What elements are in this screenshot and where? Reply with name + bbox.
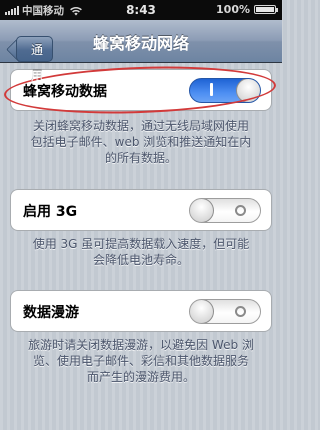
toggle-knob <box>190 199 214 222</box>
enable-3g-toggle[interactable] <box>189 198 261 223</box>
navigation-bar: 通用 蜂窝移动网络 <box>0 20 282 83</box>
enable-3g-row: 启用 3G <box>10 189 272 231</box>
footer-line: 而产生的漫游费用。 <box>86 370 195 384</box>
footer-line: 览、使用电子邮件、彩信和其他数据服务 <box>32 354 249 368</box>
data-roaming-toggle[interactable] <box>189 299 261 324</box>
data-roaming-label: 数据漫游 <box>23 305 79 321</box>
footer-line: 旅游时请关闭数据漫游，以避免因 Web 浏 <box>28 338 254 352</box>
data-roaming-row: 数据漫游 <box>10 290 272 332</box>
cellular-data-footer: 关闭蜂窝移动数据，通过无线局域网使用 包括电子邮件、web 浏览和推送通知在内 … <box>14 118 268 166</box>
enable-3g-footer: 使用 3G 虽可提高数据载入速度，但可能 会降低电池寿命。 <box>14 236 268 268</box>
battery-percent: 100% <box>216 3 250 16</box>
data-roaming-footer: 旅游时请关闭数据漫游，以避免因 Web 浏 览、使用电子邮件、彩信和其他数据服务… <box>14 337 268 385</box>
status-right: 100% <box>216 3 278 16</box>
toggle-knob <box>190 300 214 323</box>
enable-3g-label: 启用 3G <box>23 204 78 220</box>
toggle-off-mark-icon <box>235 205 246 216</box>
footer-line: 包括电子邮件、web 浏览和推送通知在内 <box>30 135 252 149</box>
battery-icon <box>254 5 278 14</box>
footer-line: 的所有数据。 <box>104 151 177 165</box>
toggle-off-mark-icon <box>235 306 246 317</box>
status-bar: 中国移动 8:43 100% <box>0 0 282 20</box>
back-button[interactable]: 通用 <box>16 36 54 83</box>
footer-line: 关闭蜂窝移动数据，通过无线局域网使用 <box>32 119 249 133</box>
footer-line: 会降低电池寿命。 <box>92 253 189 267</box>
footer-line: 使用 3G 虽可提高数据载入速度，但可能 <box>32 237 250 251</box>
